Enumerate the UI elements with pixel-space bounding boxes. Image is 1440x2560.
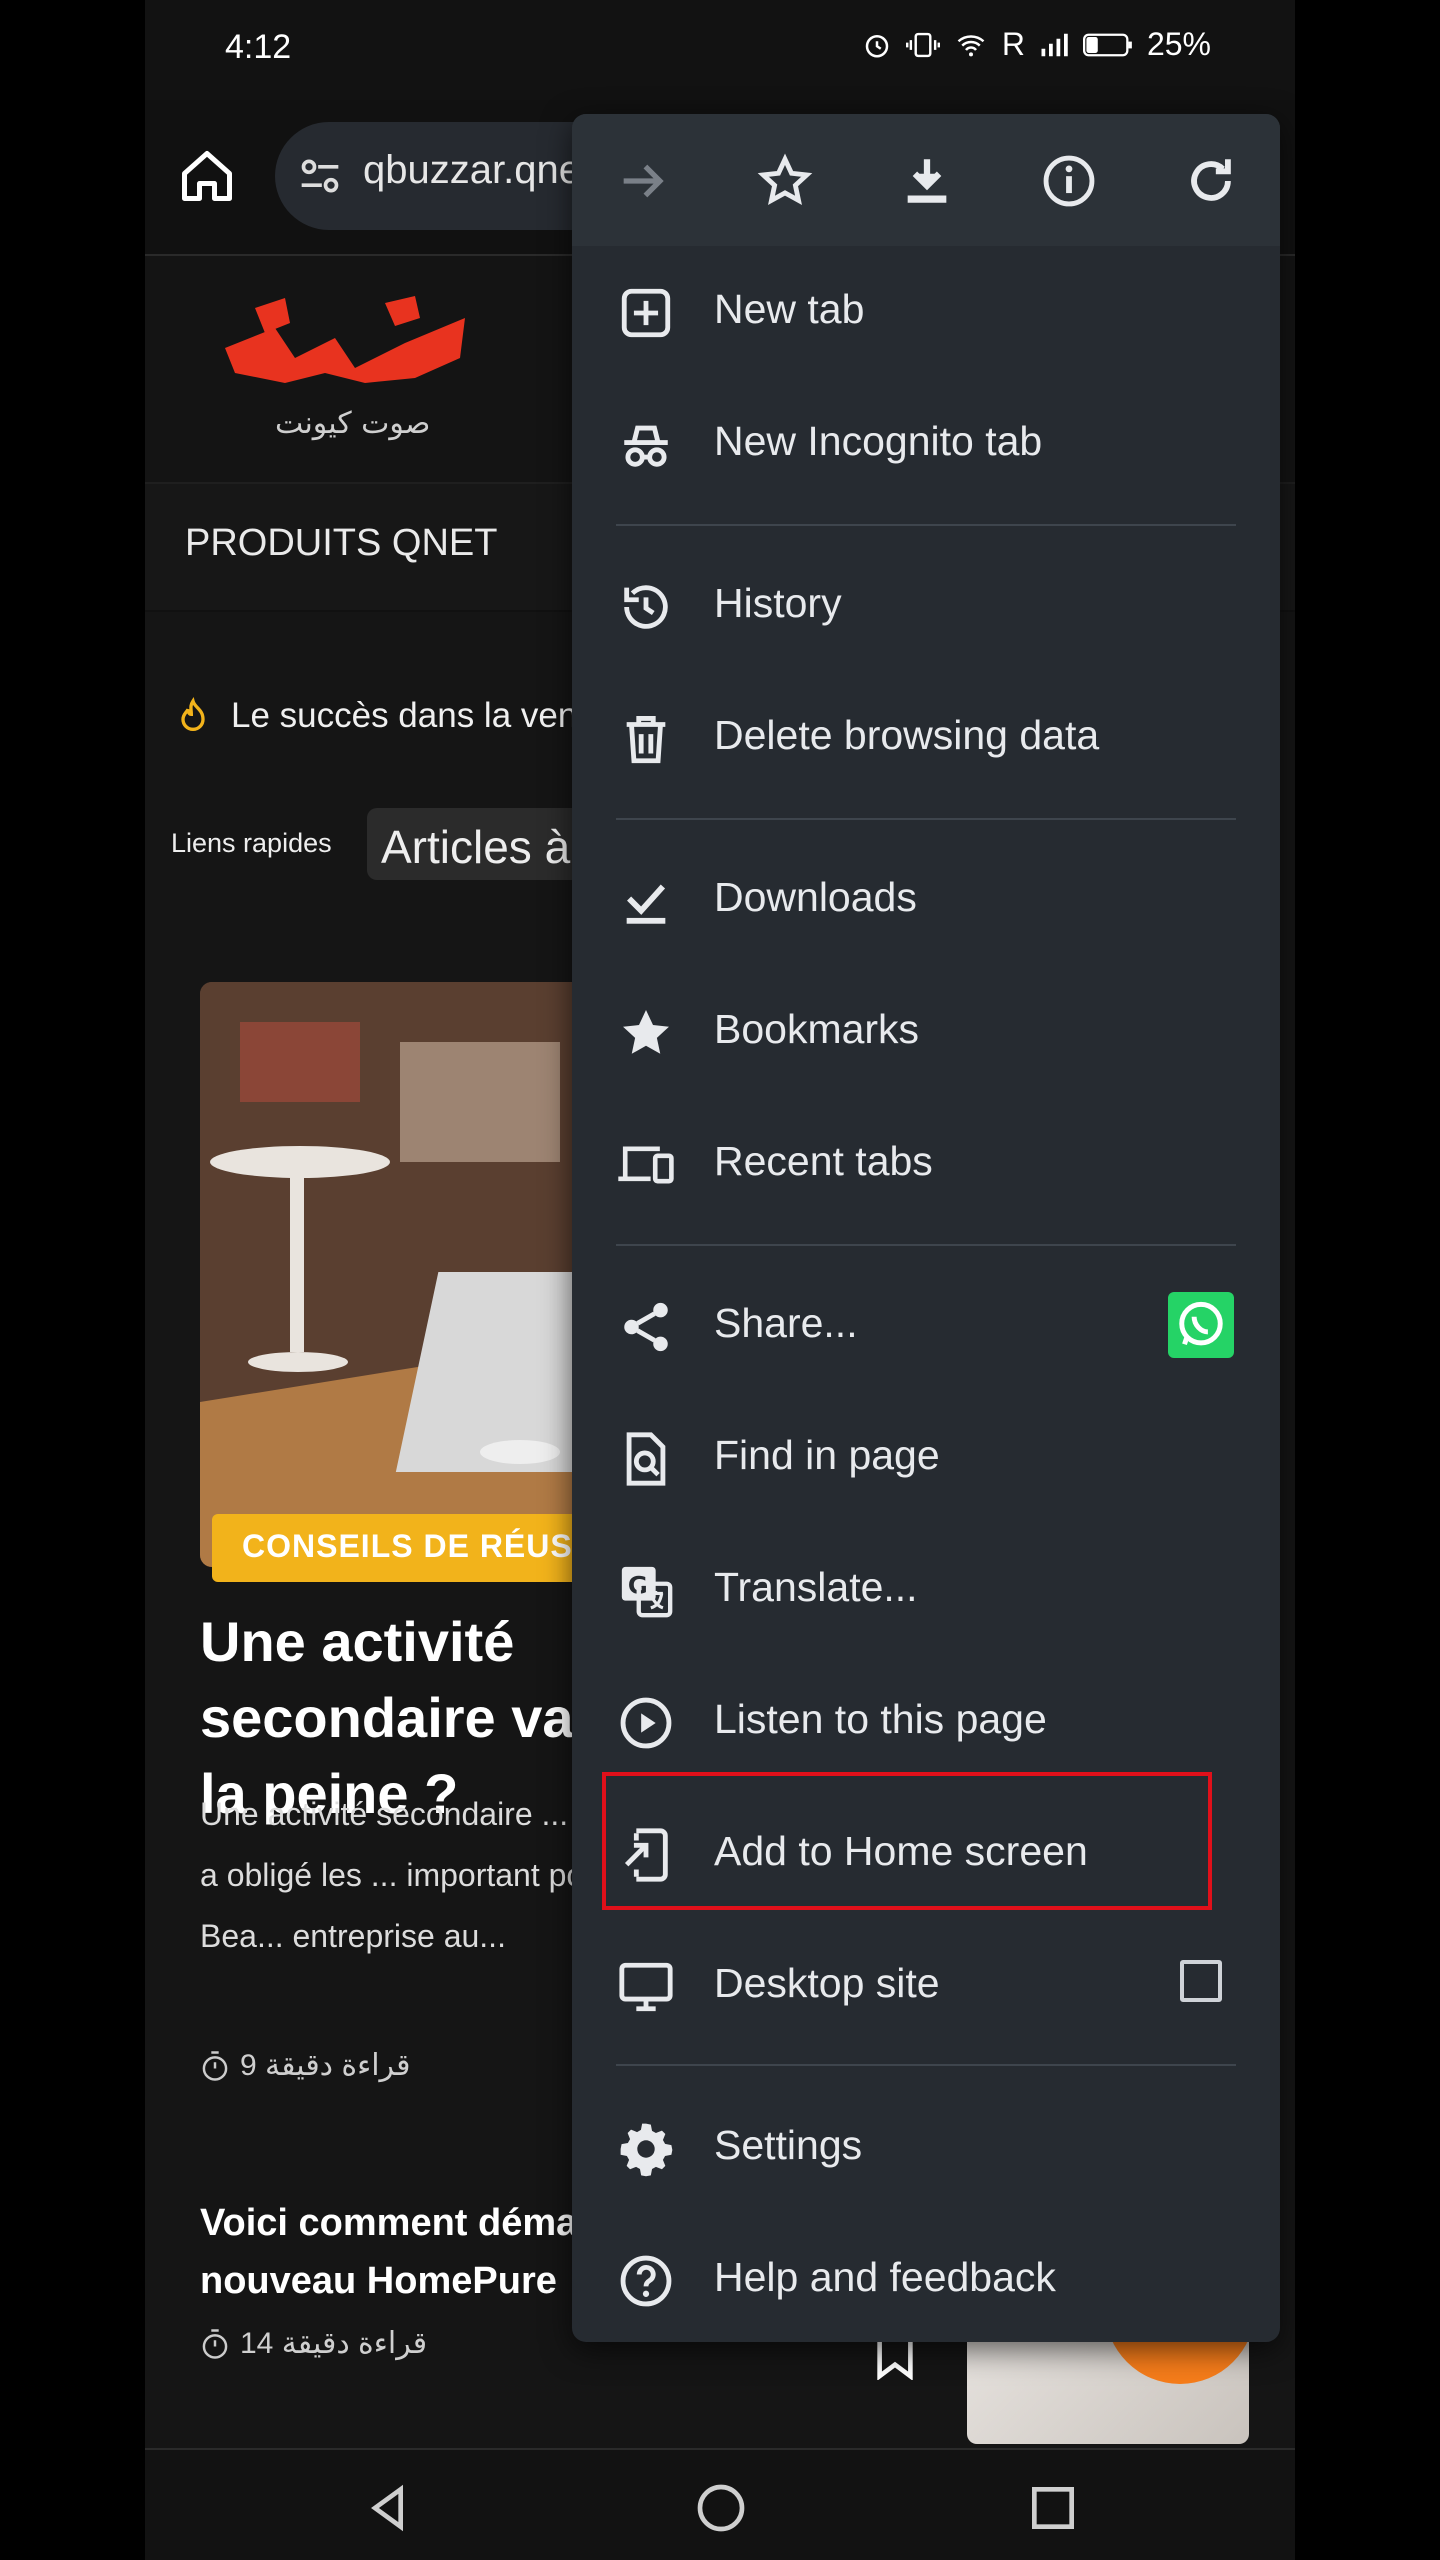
menu-divider — [616, 818, 1236, 820]
menu-item-help[interactable]: Help and feedback — [572, 2214, 1280, 2342]
recents-icon[interactable] — [1025, 2480, 1081, 2536]
menu-label-new-tab: New tab — [714, 286, 865, 332]
home-icon[interactable] — [177, 146, 237, 206]
menu-label-history: History — [714, 580, 842, 626]
whatsapp-icon[interactable] — [1168, 1292, 1234, 1358]
share-icon — [624, 1302, 668, 1352]
battery-icon — [1082, 33, 1132, 56]
roaming-indicator: R — [1001, 26, 1025, 62]
menu-item-find[interactable]: Find in page — [572, 1392, 1280, 1524]
highlight-annotation — [602, 1772, 1212, 1910]
menu-item-delete-data[interactable]: Delete browsing data — [572, 672, 1280, 804]
overflow-menu: New tab New Incognito tab History Delete… — [572, 114, 1280, 2342]
reload-icon[interactable] — [1182, 152, 1240, 210]
incognito-icon — [624, 425, 668, 467]
menu-item-bookmarks[interactable]: Bookmarks — [572, 966, 1280, 1098]
find-in-page-icon — [626, 1432, 666, 1486]
timer-icon — [202, 2050, 228, 2081]
menu-label-incognito: New Incognito tab — [714, 418, 1043, 464]
battery-percent: 25% — [1146, 26, 1211, 62]
phone-screen: 4:12 R 25% qbuzzar.qnet صوت كيونت PRODUI… — [145, 0, 1295, 2560]
site-logo[interactable] — [215, 288, 475, 398]
home-nav-icon[interactable] — [693, 2480, 749, 2536]
menu-label-share: Share... — [714, 1300, 858, 1346]
menu-label-bookmarks: Bookmarks — [714, 1006, 920, 1052]
status-time: 4:12 — [225, 28, 292, 66]
menu-item-incognito[interactable]: New Incognito tab — [572, 378, 1280, 510]
menu-top-bar — [572, 114, 1280, 246]
back-icon[interactable] — [361, 2480, 417, 2536]
trash-icon — [626, 716, 666, 764]
menu-item-listen[interactable]: Listen to this page — [572, 1656, 1280, 1788]
new-tab-icon — [621, 288, 671, 338]
menu-divider — [616, 2064, 1236, 2066]
menu-item-downloads[interactable]: Downloads — [572, 834, 1280, 966]
menu-label-delete-data: Delete browsing data — [714, 712, 1100, 758]
fire-icon — [181, 696, 205, 731]
devices-icon — [618, 1146, 674, 1184]
menu-label-translate: Translate... — [714, 1564, 918, 1610]
menu-label-recent-tabs: Recent tabs — [714, 1138, 933, 1184]
signal-icon — [1041, 33, 1068, 56]
read-time-2: قراءة دقيقة 14 — [200, 2326, 427, 2361]
menu-item-share[interactable]: Share... — [572, 1260, 1280, 1392]
desktop-site-checkbox[interactable] — [1180, 1960, 1222, 2002]
star-icon[interactable] — [756, 152, 814, 210]
menu-item-settings[interactable]: Settings — [572, 2082, 1280, 2214]
menu-label-listen: Listen to this page — [714, 1696, 1047, 1742]
site-settings-icon[interactable] — [297, 154, 343, 198]
menu-item-desktop-site[interactable]: Desktop site — [572, 1920, 1280, 2052]
menu-divider — [616, 524, 1236, 526]
quick-links-label: Liens rapides — [171, 828, 332, 858]
play-circle-icon — [620, 1697, 672, 1749]
status-bar: 4:12 R 25% — [145, 0, 1295, 100]
help-icon — [620, 2255, 672, 2307]
quick-link-label: Articles à — [381, 821, 571, 873]
read-time-text: قراءة دقيقة 9 — [240, 2049, 411, 2082]
bookmarks-star-icon — [623, 1010, 669, 1054]
alarm-icon — [865, 34, 889, 57]
menu-label-desktop: Desktop site — [714, 1960, 940, 2006]
menu-label-help: Help and feedback — [714, 2254, 1056, 2300]
read-time-text-2: قراءة دقيقة 14 — [240, 2327, 428, 2360]
menu-item-translate[interactable]: G Translate... — [572, 1524, 1280, 1656]
url-text: qbuzzar.qnet — [363, 148, 593, 192]
ticker-text[interactable]: Le succès dans la vente — [231, 696, 607, 736]
menu-label-settings: Settings — [714, 2122, 863, 2168]
downloads-done-icon — [626, 884, 666, 924]
menu-label-downloads: Downloads — [714, 874, 917, 920]
settings-gear-icon — [620, 2123, 673, 2177]
desktop-icon — [619, 1962, 673, 2012]
read-time: قراءة دقيقة 9 — [200, 2048, 410, 2083]
logo-subtitle: صوت كيونت — [275, 406, 431, 441]
menu-divider — [616, 1244, 1236, 1246]
system-nav-bar — [145, 2448, 1295, 2560]
wifi-icon — [957, 34, 985, 56]
menu-item-recent-tabs[interactable]: Recent tabs — [572, 1098, 1280, 1230]
status-icons: R 25% — [862, 26, 1211, 63]
nav-item-produits[interactable]: PRODUITS QNET — [185, 522, 497, 565]
history-icon — [624, 585, 668, 629]
translate-icon: G — [621, 1566, 673, 1618]
download-icon[interactable] — [898, 152, 956, 210]
vibrate-icon — [905, 32, 940, 57]
timer-icon — [202, 2328, 228, 2359]
info-icon[interactable] — [1040, 152, 1098, 210]
menu-item-history[interactable]: History — [572, 540, 1280, 672]
forward-icon[interactable] — [614, 152, 672, 210]
menu-label-find: Find in page — [714, 1432, 940, 1478]
menu-item-new-tab[interactable]: New tab — [572, 246, 1280, 378]
